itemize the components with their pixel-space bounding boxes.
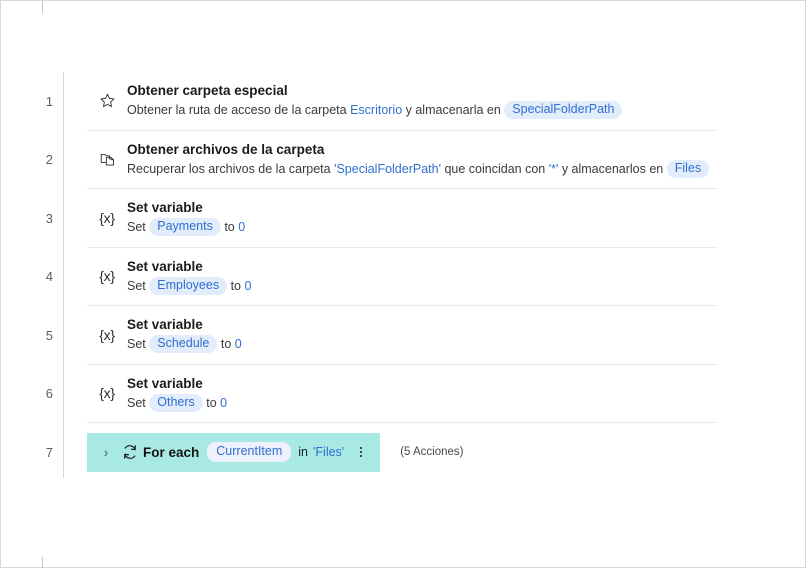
step-index-label: 6 bbox=[45, 386, 53, 402]
flow-step-row[interactable]: 5 {x} Set variable Set Schedule to 0 bbox=[1, 306, 806, 365]
guide-line-top bbox=[42, 1, 43, 13]
desc-text: Set bbox=[127, 395, 150, 410]
flow-step-row[interactable]: 1 Obtener carpeta especial Obtener la ruta… bbox=[1, 72, 806, 131]
variable-icon-glyph: {x} bbox=[99, 268, 115, 285]
step-title: Obtener carpeta especial bbox=[127, 83, 288, 99]
more-options-icon[interactable] bbox=[350, 447, 372, 458]
inline-parameter-link[interactable]: '*' bbox=[549, 162, 559, 176]
loop-in-keyword: in bbox=[298, 445, 309, 460]
step-index-label: 4 bbox=[45, 269, 53, 285]
desc-text: Set bbox=[127, 220, 150, 235]
desc-text: que coincidan con bbox=[440, 161, 549, 176]
guide-line-bottom bbox=[42, 557, 43, 568]
star-icon bbox=[87, 92, 127, 109]
desc-text: to bbox=[220, 220, 239, 235]
step-title: Set variable bbox=[127, 258, 203, 274]
flow-step-card[interactable]: {x} Set variable Set Payments to 0 bbox=[87, 189, 717, 248]
variable-pill[interactable]: Files bbox=[666, 159, 710, 178]
flow-step-card[interactable]: {x} Set variable Set Schedule to 0 bbox=[87, 306, 717, 365]
desc-text: to bbox=[202, 395, 221, 410]
loop-variable-pill[interactable]: CurrentItem bbox=[207, 442, 292, 463]
flow-step-row[interactable]: 6 {x} Set variable Set Others to 0 bbox=[1, 364, 806, 423]
step-title: Set variable bbox=[127, 375, 203, 391]
flow-step-row[interactable]: 3 {x} Set variable Set Payments to 0 bbox=[1, 189, 806, 248]
desc-text: Recuperar los archivos de la carpeta bbox=[127, 161, 335, 176]
chevron-right-icon[interactable]: › bbox=[95, 445, 117, 460]
flow-step-row[interactable]: 2 Obtener archivos de la carpeta Recuperar… bbox=[1, 130, 806, 189]
step-description: Obtener la ruta de acceso de la carpeta … bbox=[127, 101, 623, 120]
inline-number-value: 0 bbox=[238, 220, 246, 235]
step-title: Set variable bbox=[127, 200, 203, 216]
step-index-label: 2 bbox=[45, 152, 53, 168]
variable-pill[interactable]: Schedule bbox=[149, 335, 218, 354]
variable-icon-glyph: {x} bbox=[99, 385, 115, 402]
desc-text: Obtener la ruta de acceso de la carpeta bbox=[127, 103, 351, 118]
variable-icon: {x} bbox=[87, 210, 127, 226]
step-description: Recuperar los archivos de la carpeta 'Sp… bbox=[127, 159, 710, 178]
step-index-label: 7 bbox=[45, 444, 53, 460]
variable-icon: {x} bbox=[87, 268, 127, 284]
variable-icon: {x} bbox=[87, 327, 127, 343]
step-title: Set variable bbox=[127, 317, 203, 333]
flow-step-card[interactable]: Obtener carpeta especial Obtener la ruta … bbox=[87, 72, 717, 131]
step-index-label: 5 bbox=[45, 327, 53, 343]
step-description: Set Schedule to 0 bbox=[127, 335, 242, 354]
inline-number-value: 0 bbox=[244, 278, 252, 293]
folder-files-icon bbox=[87, 151, 127, 168]
variable-icon-glyph: {x} bbox=[99, 326, 115, 343]
variable-pill[interactable]: Others bbox=[149, 393, 203, 412]
flow-step-card[interactable]: {x} Set variable Set Others to 0 bbox=[87, 364, 717, 423]
desc-text: y almacenarla en bbox=[402, 103, 505, 118]
step-description: Set Payments to 0 bbox=[127, 218, 246, 237]
loop-step-card[interactable]: › For each CurrentItem in 'Files' (5 Acciones… bbox=[87, 432, 717, 472]
flow-designer-canvas: 1 Obtener carpeta especial Obtener la ruta… bbox=[0, 0, 806, 568]
desc-text: to bbox=[227, 278, 245, 293]
loop-highlight-chip[interactable]: › For each CurrentItem in 'Files' bbox=[87, 432, 381, 472]
step-index-label: 3 bbox=[45, 210, 53, 226]
variable-icon: {x} bbox=[87, 385, 127, 401]
loop-action-count: (5 Acciones) bbox=[400, 446, 464, 459]
inline-parameter-link[interactable]: Escritorio bbox=[350, 103, 402, 117]
loop-source-value[interactable]: 'Files' bbox=[313, 445, 344, 459]
flow-step-row[interactable]: 4 {x} Set variable Set Employees to 0 bbox=[1, 247, 806, 306]
step-text-block: Set variable Set Others to 0 bbox=[127, 375, 227, 412]
variable-pill[interactable]: Payments bbox=[149, 218, 221, 237]
desc-text: Set bbox=[127, 278, 150, 293]
step-text-block: Set variable Set Payments to 0 bbox=[127, 199, 246, 237]
variable-pill[interactable]: Employees bbox=[149, 276, 228, 295]
flow-step-card[interactable]: {x} Set variable Set Employees to 0 bbox=[87, 247, 717, 306]
loop-label: For each bbox=[143, 444, 200, 460]
inline-number-value: 0 bbox=[234, 337, 242, 352]
step-text-block: Obtener carpeta especial Obtener la ruta … bbox=[127, 82, 623, 120]
inline-number-value: 0 bbox=[220, 395, 228, 410]
variable-pill[interactable]: SpecialFolderPath bbox=[504, 101, 623, 120]
flow-loop-row[interactable]: 7 › For each CurrentItem in 'Files' (5 Accione… bbox=[1, 423, 806, 482]
step-index-label: 1 bbox=[45, 93, 53, 109]
desc-text: to bbox=[217, 337, 235, 352]
step-description: Set Employees to 0 bbox=[127, 276, 252, 295]
desc-text: Set bbox=[127, 337, 150, 352]
variable-icon-glyph: {x} bbox=[99, 209, 115, 226]
loop-refresh-icon bbox=[117, 443, 143, 461]
flow-step-card[interactable]: Obtener archivos de la carpeta Recuperar … bbox=[87, 130, 717, 189]
step-description: Set Others to 0 bbox=[127, 393, 228, 412]
step-text-block: Set variable Set Schedule to 0 bbox=[127, 316, 242, 354]
step-title: Obtener archivos de la carpeta bbox=[127, 141, 325, 157]
step-text-block: Obtener archivos de la carpeta Recuperar … bbox=[127, 141, 710, 178]
inline-parameter-link[interactable]: 'SpecialFolderPath' bbox=[334, 162, 441, 176]
flow-step-list: 1 Obtener carpeta especial Obtener la ruta… bbox=[1, 72, 806, 482]
desc-text: y almacenarlos en bbox=[558, 161, 667, 176]
step-text-block: Set variable Set Employees to 0 bbox=[127, 258, 251, 295]
